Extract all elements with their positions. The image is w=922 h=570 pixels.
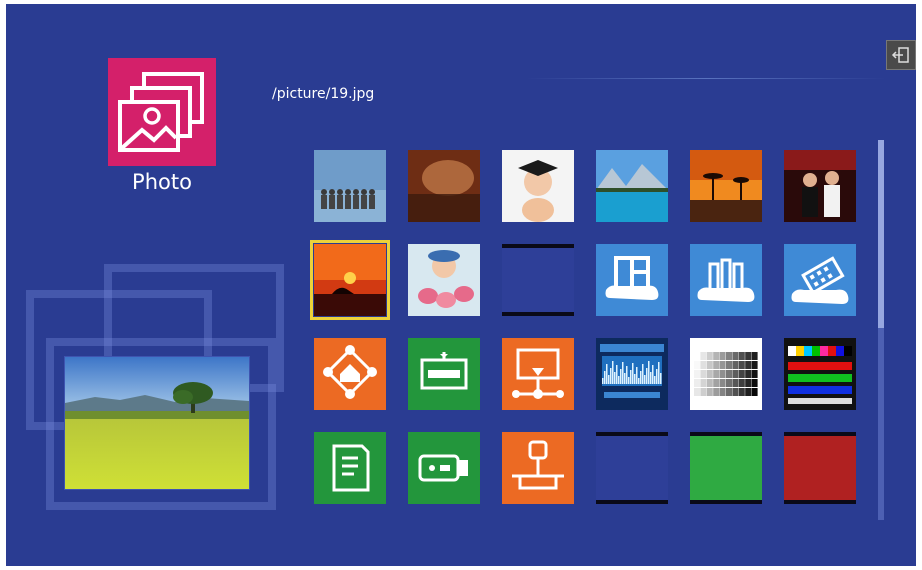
thumb-party-people[interactable] (784, 150, 856, 222)
thumb-graduate-baby[interactable] (502, 150, 574, 222)
field-with-tree-image (65, 357, 249, 489)
thumb-savanna-sunset-image (690, 150, 762, 222)
network-display-icon (512, 348, 564, 399)
thumb-graduate-baby-image (502, 150, 574, 222)
vertical-scrollbar[interactable] (878, 140, 884, 520)
photo-browser-screen: Photo /picture/19.jpg (6, 4, 916, 566)
photo-app-tile (108, 58, 216, 166)
thumb-mountain-lake[interactable] (596, 150, 668, 222)
thumb-child-cupcakes-image (408, 244, 480, 316)
home-network-icon (323, 345, 377, 399)
thumb-memory-card[interactable] (408, 338, 480, 410)
thumb-usb-drive[interactable] (408, 432, 480, 504)
current-file-path: /picture/19.jpg (272, 86, 375, 102)
thumb-chart-cloud[interactable] (690, 244, 762, 316)
grayscale-test-pattern (690, 338, 762, 410)
scrollbar-thumb[interactable] (878, 140, 884, 328)
thumb-usb-storage[interactable] (502, 432, 574, 504)
exit-button[interactable] (886, 40, 916, 70)
usb-drive-icon (418, 454, 468, 482)
thumb-beach-sunset[interactable] (310, 240, 390, 320)
thumb-film-cloud[interactable] (784, 244, 856, 316)
thumb-warm-blur[interactable] (408, 150, 480, 222)
thumb-mountain-lake-image (596, 150, 668, 222)
thumb-grayscale-chart[interactable] (690, 338, 762, 410)
thumb-network-display[interactable] (502, 338, 574, 410)
thumb-savanna-sunset[interactable] (690, 150, 762, 222)
thumb-child-cupcakes[interactable] (408, 244, 480, 316)
thumb-solid-blue[interactable] (596, 432, 668, 504)
thumb-home-network[interactable] (314, 338, 386, 410)
color-bars-test-pattern (784, 338, 856, 410)
thumb-solid-red[interactable] (784, 432, 856, 504)
thumb-group-photo[interactable] (314, 150, 386, 222)
bar-chart-cloud-icon (697, 258, 755, 302)
usb-storage-icon (512, 440, 564, 490)
thumb-warm-blur-image (408, 150, 480, 222)
header-divider (526, 78, 886, 79)
audio-screen-image (596, 338, 668, 410)
thumb-blank[interactable] (502, 244, 574, 316)
layout-cloud-icon (605, 256, 659, 300)
memory-module-icon (420, 352, 468, 390)
sd-card-icon (332, 444, 370, 492)
thumb-beach-sunset-image (314, 244, 386, 316)
app-title: Photo (132, 170, 192, 194)
thumb-layout-cloud[interactable] (596, 244, 668, 316)
photo-gallery-icon (118, 72, 204, 152)
film-cloud-icon (791, 256, 849, 304)
thumb-group-photo-image (314, 150, 386, 222)
thumb-party-people-image (784, 150, 856, 222)
thumb-audio-screen[interactable] (596, 338, 668, 410)
thumb-sd-card[interactable] (314, 432, 386, 504)
thumb-color-bars[interactable] (784, 338, 856, 410)
photo-preview (64, 356, 250, 490)
thumb-solid-green[interactable] (690, 432, 762, 504)
exit-icon (891, 47, 909, 63)
